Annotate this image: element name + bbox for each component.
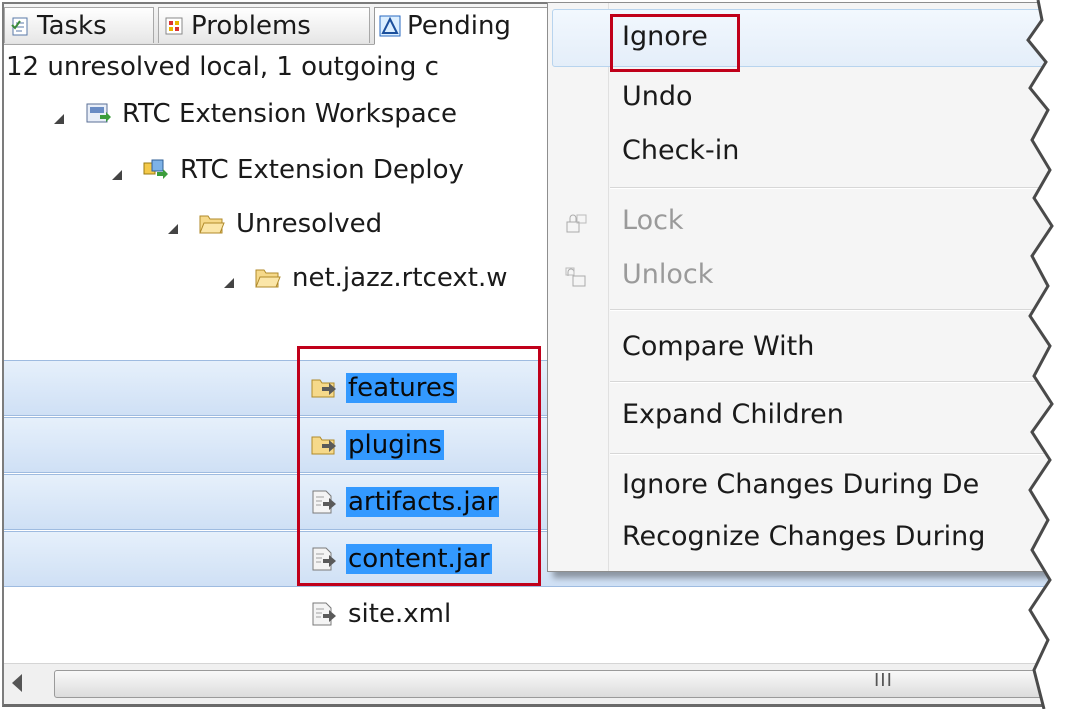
- tree-row-item[interactable]: site.xml: [4, 586, 1064, 642]
- menu-separator: [610, 309, 1068, 311]
- menu-item-compare-with[interactable]: Compare With: [548, 317, 1068, 381]
- tree-label: RTC Extension Workspace: [122, 99, 457, 129]
- torn-edge-decoration: [1026, 0, 1078, 709]
- tab-problems[interactable]: Problems: [158, 7, 370, 43]
- menu-item-label: Recognize Changes During: [622, 521, 986, 552]
- menu-separator: [610, 381, 1068, 383]
- tab-label: Pending: [407, 11, 511, 41]
- menu-item-expand-children[interactable]: Expand Children: [548, 387, 1068, 447]
- menu-item-label: Expand Children: [622, 399, 844, 430]
- menu-item-label: Unlock: [622, 259, 714, 290]
- tab-label: Tasks: [37, 10, 107, 41]
- tree-label: Unresolved: [236, 209, 383, 239]
- menu-item-unlock[interactable]: Unlock: [548, 251, 1068, 303]
- problems-icon: [163, 15, 185, 37]
- tree-label: features: [346, 373, 458, 403]
- workspace-icon: [84, 101, 112, 127]
- file-outgoing-icon: [310, 489, 338, 515]
- unlock-icon: [564, 265, 588, 289]
- tree-label: artifacts.jar: [346, 487, 500, 517]
- expand-twisty-icon[interactable]: [108, 161, 126, 180]
- component-icon: [142, 157, 170, 183]
- tab-label: Problems: [191, 10, 311, 41]
- folder-open-icon: [254, 265, 282, 291]
- expand-twisty-icon[interactable]: [164, 215, 182, 234]
- status-summary: 12 unresolved local, 1 outgoing c: [6, 52, 439, 82]
- menu-item-ignore-changes-during-deploy[interactable]: Ignore Changes During De: [548, 463, 1068, 513]
- tab-pending-changes[interactable]: Pending: [374, 7, 552, 45]
- scroll-left-arrow-icon[interactable]: [12, 674, 22, 692]
- menu-item-label: Compare With: [622, 331, 815, 362]
- tasks-icon: [9, 15, 31, 37]
- menu-item-undo[interactable]: Undo: [548, 75, 1068, 125]
- tree-label: content.jar: [346, 544, 492, 574]
- menu-item-label: Ignore: [622, 21, 708, 52]
- menu-item-recognize-changes-during-deploy[interactable]: Recognize Changes During: [548, 515, 1068, 565]
- menu-item-label: Undo: [622, 81, 693, 112]
- tree-label: RTC Extension Deploy: [180, 155, 464, 185]
- menu-item-label: Lock: [622, 205, 684, 236]
- tab-tasks[interactable]: Tasks: [4, 7, 154, 43]
- menu-item-check-in[interactable]: Check-in: [548, 129, 1068, 179]
- tree-label: site.xml: [348, 599, 452, 629]
- folder-outgoing-icon: [310, 375, 338, 401]
- menu-item-lock[interactable]: Lock: [548, 197, 1068, 249]
- expand-twisty-icon[interactable]: [220, 269, 238, 288]
- context-menu: Ignore Undo Check-in Lock Unlock Compare…: [547, 2, 1069, 572]
- expand-twisty-icon[interactable]: [50, 105, 68, 124]
- pending-changes-icon: [379, 15, 401, 37]
- menu-item-label: Check-in: [622, 135, 740, 166]
- menu-separator: [610, 453, 1068, 455]
- file-outgoing-icon: [310, 601, 338, 627]
- scrollbar-thumb[interactable]: [54, 670, 1044, 698]
- horizontal-scrollbar[interactable]: III: [4, 663, 1064, 704]
- lock-icon: [564, 211, 588, 235]
- scrollbar-grip: III: [874, 670, 893, 691]
- file-outgoing-icon: [310, 546, 338, 572]
- menu-item-ignore[interactable]: Ignore: [548, 7, 1068, 69]
- folder-outgoing-icon: [310, 432, 338, 458]
- menu-item-label: Ignore Changes During De: [622, 469, 980, 500]
- tree-label: plugins: [346, 430, 444, 460]
- folder-open-icon: [198, 211, 226, 237]
- menu-separator: [610, 187, 1068, 189]
- tree-label: net.jazz.rtcext.w: [292, 263, 508, 293]
